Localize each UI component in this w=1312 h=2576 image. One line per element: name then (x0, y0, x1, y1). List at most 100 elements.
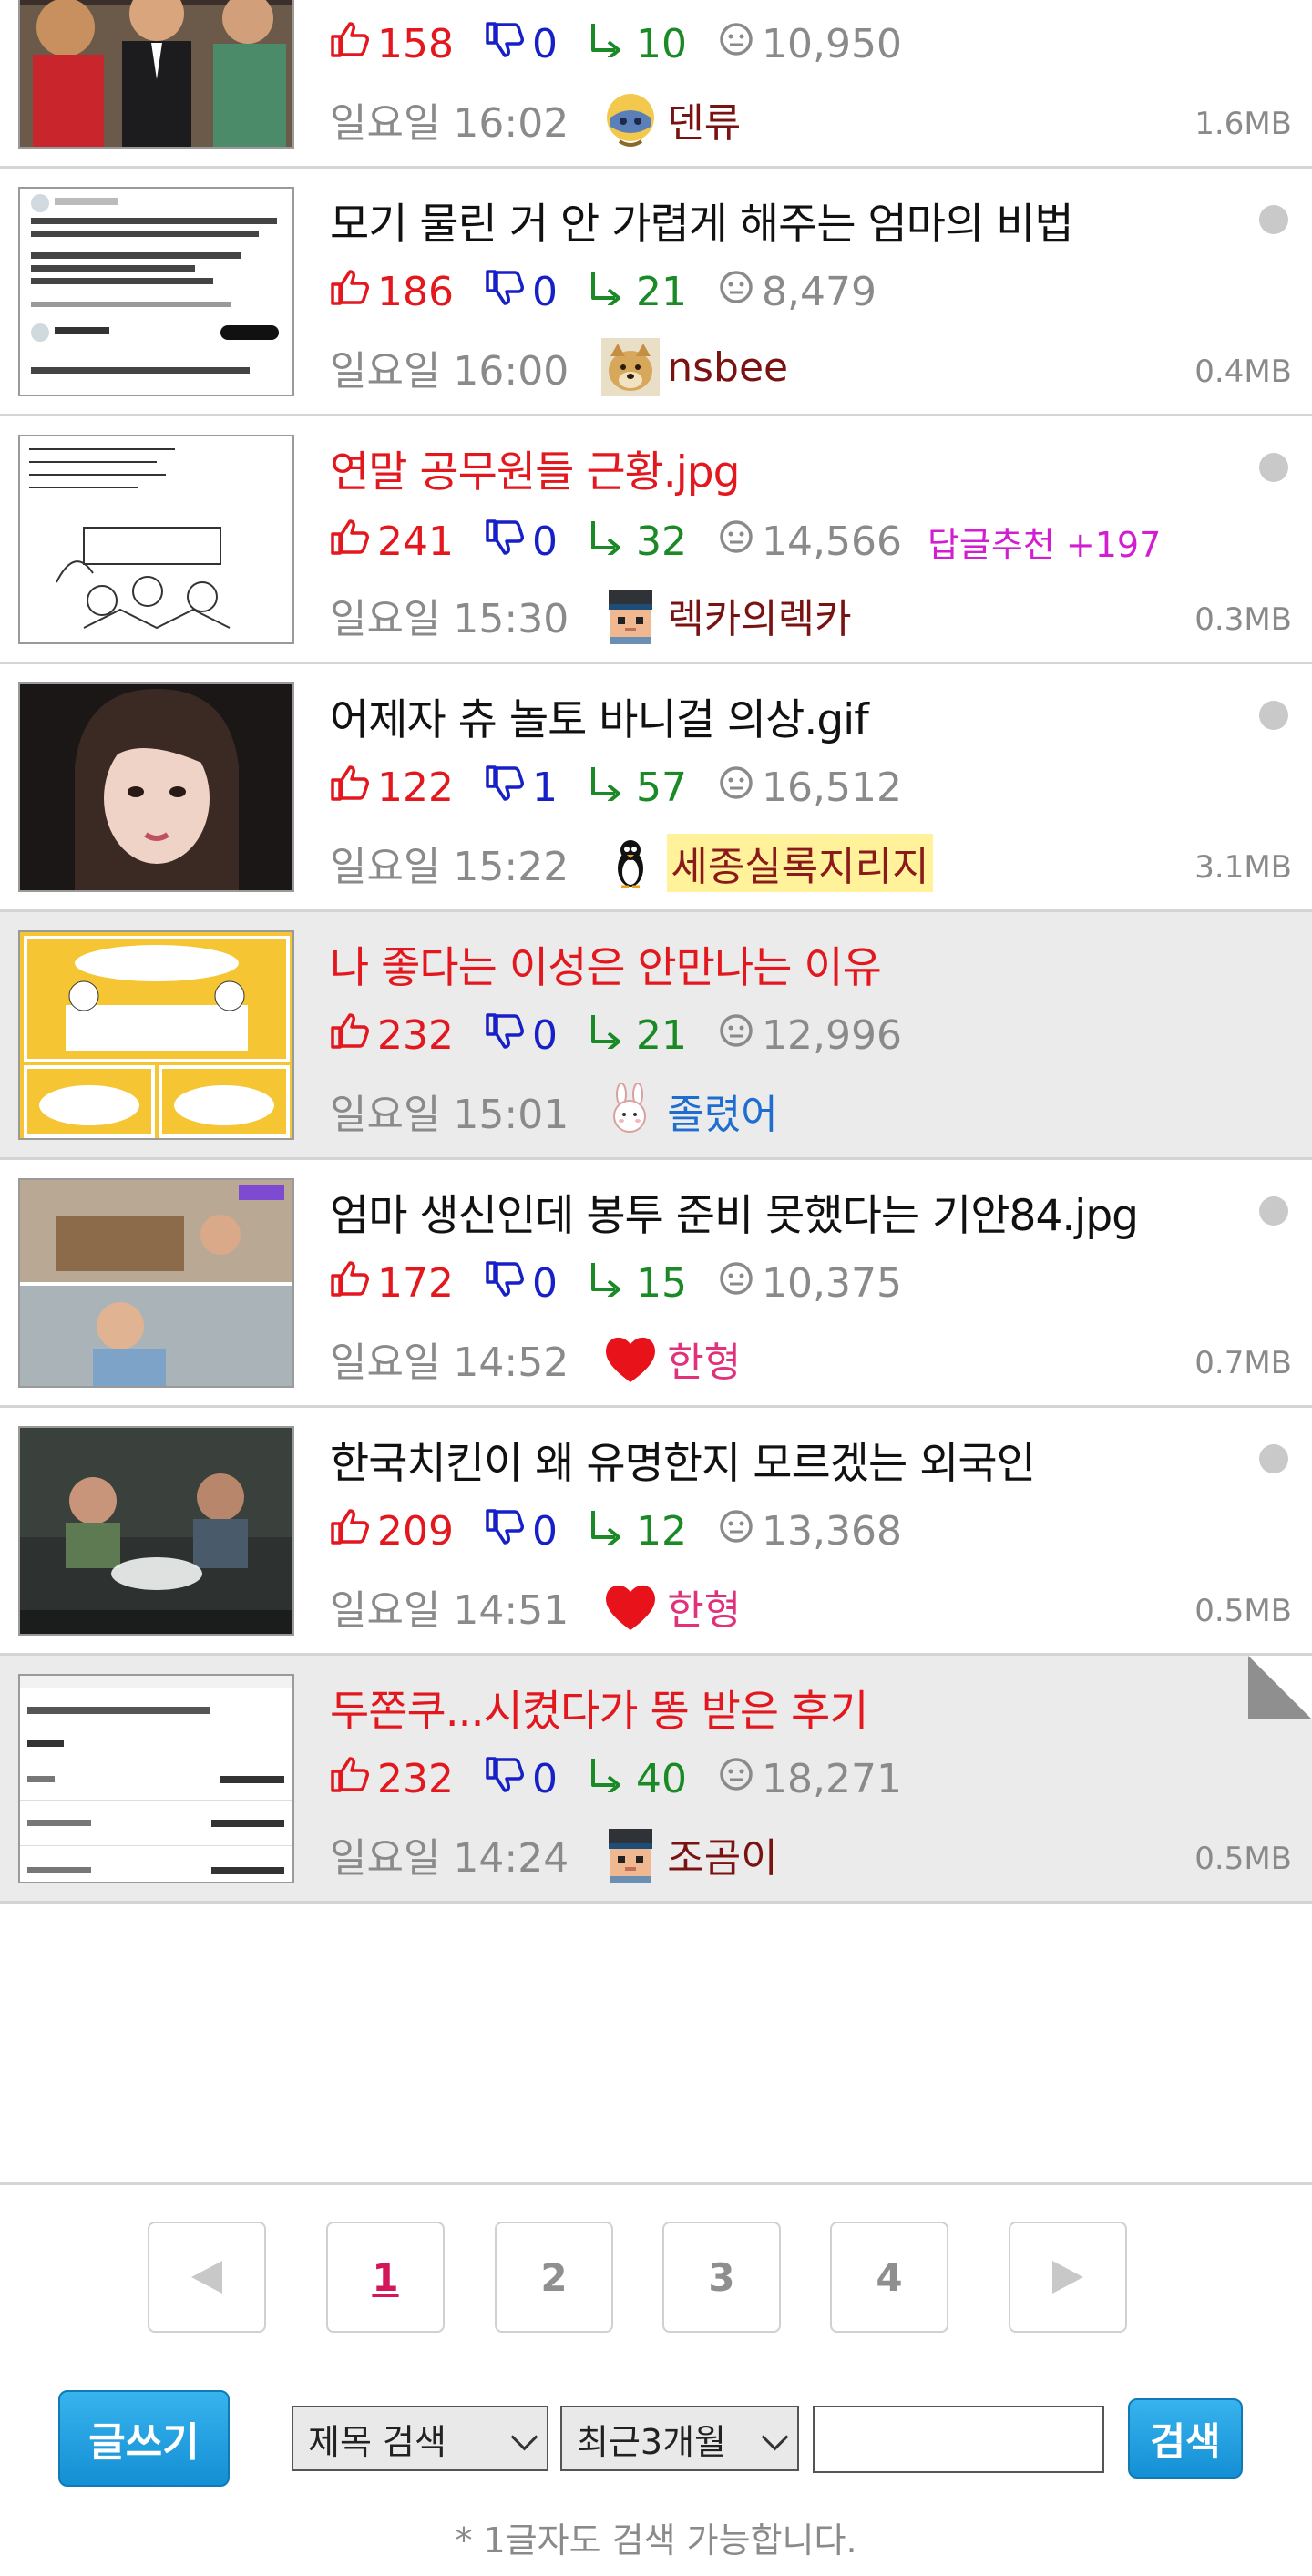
avatar[interactable] (601, 1329, 660, 1388)
post-stats: 186 0 21 8,479 (330, 269, 907, 315)
thumb-up-icon (330, 1260, 370, 1307)
post-row[interactable]: 두쫀쿠...시켰다가 똥 받은 후기 232 0 40 18,271 일요일 14:24 조… (0, 1656, 1312, 1904)
unread-dot-icon (1259, 453, 1288, 482)
search-button[interactable]: 검색 (1128, 2398, 1243, 2479)
post-thumbnail[interactable] (18, 1674, 294, 1883)
upvote-stat: 158 (330, 21, 454, 67)
chevron-left-icon (191, 2261, 222, 2294)
post-row[interactable]: 158 0 10 10,950 일요일 16:02 덴류 1.6MB (0, 0, 1312, 169)
view-count: 10,375 (761, 1260, 902, 1307)
page-1-button[interactable]: 1 (326, 2222, 445, 2333)
upvote-count: 122 (377, 765, 454, 811)
post-date: 일요일 14:24 (330, 1835, 569, 1882)
post-row[interactable]: 모기 물린 거 안 가렵게 해주는 엄마의 비법 186 0 21 8,479 일요일 1… (0, 169, 1312, 416)
post-thumbnail[interactable] (18, 1178, 294, 1388)
post-title[interactable]: 연말 공무원들 근황.jpg (330, 436, 740, 499)
page-3-button[interactable]: 3 (662, 2222, 781, 2333)
post-title[interactable]: 나 좋다는 이성은 안만나는 이유 (330, 932, 882, 995)
next-page-button[interactable] (1009, 2222, 1127, 2333)
thumb-up-icon (330, 1756, 370, 1802)
post-stats: 232 0 21 12,996 (330, 1012, 933, 1059)
post-thumbnail[interactable] (18, 187, 294, 396)
unread-dot-icon (1259, 205, 1288, 234)
post-thumbnail[interactable] (18, 435, 294, 644)
post-thumbnail[interactable] (18, 682, 294, 892)
downvote-count: 0 (531, 269, 558, 315)
post-title[interactable]: 어제자 츄 놀토 바니걸 의상.gif (330, 684, 869, 747)
eye-icon (718, 765, 754, 811)
avatar[interactable] (601, 90, 660, 149)
file-size: 0.5MB (1194, 1593, 1292, 1629)
author-name[interactable]: nsbee (667, 344, 788, 391)
post-stats: 158 0 10 10,950 (330, 21, 933, 67)
avatar[interactable] (601, 338, 661, 396)
post-meta: 일요일 14:24 조곰이 (330, 1825, 778, 1883)
author-name[interactable]: 세종실록지리지 (667, 834, 933, 892)
post-title[interactable]: 모기 물린 거 안 가렵게 해주는 엄마의 비법 (330, 189, 1074, 251)
search-period-select[interactable]: 최근3개월 (560, 2406, 799, 2471)
reply-stat: 57 (589, 765, 687, 811)
post-row[interactable]: 한국치킨이 왜 유명한지 모르겠는 외국인 209 0 12 13,368 일요일 14:… (0, 1408, 1312, 1656)
search-field-value: 제목 검색 (308, 2421, 446, 2462)
prev-page-button[interactable] (148, 2222, 266, 2333)
downvote-count: 0 (531, 1012, 558, 1059)
post-title[interactable]: 한국치킨이 왜 유명한지 모르겠는 외국인 (330, 1428, 1036, 1491)
pager-divider (0, 2182, 1312, 2185)
author-name[interactable]: 렉카의렉카 (667, 586, 851, 644)
post-row[interactable]: 엄마 생신인데 봉투 준비 못했다는 기안84.jpg 172 0 15 10,375 일… (0, 1160, 1312, 1408)
reply-stat: 15 (589, 1260, 687, 1307)
post-row[interactable]: 나 좋다는 이성은 안만나는 이유 232 0 21 12,996 일요일 15:01 졸렸… (0, 912, 1312, 1160)
downvote-count: 0 (531, 1756, 558, 1802)
reply-count: 10 (635, 21, 687, 67)
post-row[interactable]: 연말 공무원들 근황.jpg 241 0 32 14,566 답글추천 +197 일요일 1… (0, 416, 1312, 664)
avatar[interactable] (601, 586, 660, 644)
chevron-down-icon (510, 2423, 538, 2451)
thumb-down-icon (485, 765, 525, 811)
post-row[interactable]: 어제자 츄 놀토 바니걸 의상.gif 122 1 57 16,512 일요일 15:22… (0, 664, 1312, 912)
reply-count: 32 (635, 518, 687, 565)
post-thumbnail[interactable] (18, 930, 294, 1140)
thumb-up-icon (330, 1012, 370, 1059)
views-stat: 14,566 (718, 518, 902, 565)
reply-stat: 40 (589, 1756, 687, 1802)
thumb-up-icon (330, 1508, 370, 1555)
reply-count: 40 (635, 1756, 687, 1802)
search-field-select[interactable]: 제목 검색 (292, 2406, 548, 2471)
upvote-count: 172 (377, 1260, 454, 1307)
author-name[interactable]: 한형 (667, 1329, 741, 1388)
upvote-stat: 232 (330, 1756, 454, 1802)
post-stats: 122 1 57 16,512 (330, 765, 933, 811)
post-stats: 232 0 40 18,271 (330, 1756, 933, 1802)
views-stat: 13,368 (718, 1508, 902, 1555)
unread-dot-icon (1259, 1444, 1288, 1473)
page-4-button[interactable]: 4 (830, 2222, 948, 2333)
downvote-stat: 0 (485, 21, 558, 67)
views-stat: 18,271 (718, 1756, 902, 1802)
downvote-count: 0 (531, 21, 558, 67)
page-2-button[interactable]: 2 (495, 2222, 613, 2333)
author-name[interactable]: 조곰이 (667, 1825, 777, 1883)
reply-stat: 21 (589, 1012, 687, 1059)
author-name[interactable]: 덴류 (667, 90, 741, 149)
views-stat: 10,375 (718, 1260, 902, 1307)
page-fold-icon (1248, 1656, 1312, 1719)
view-count: 16,512 (761, 765, 902, 811)
chevron-right-icon (1052, 2261, 1083, 2294)
avatar[interactable] (601, 1825, 660, 1883)
avatar[interactable] (601, 1577, 660, 1636)
avatar[interactable] (601, 1082, 660, 1140)
file-size: 3.1MB (1194, 849, 1292, 886)
post-title[interactable]: 엄마 생신인데 봉투 준비 못했다는 기안84.jpg (330, 1180, 1139, 1243)
view-count: 12,996 (761, 1012, 902, 1059)
post-thumbnail[interactable] (18, 1426, 294, 1636)
post-thumbnail[interactable] (18, 0, 294, 149)
author-name[interactable]: 졸렸어 (667, 1082, 777, 1140)
post-title[interactable]: 두쫀쿠...시켰다가 똥 받은 후기 (330, 1676, 869, 1739)
search-input[interactable] (813, 2406, 1104, 2473)
author-name[interactable]: 한형 (667, 1577, 741, 1636)
post-date: 일요일 14:51 (330, 1587, 569, 1634)
avatar[interactable] (601, 834, 660, 892)
post-meta: 일요일 16:02 덴류 (330, 90, 741, 149)
write-button[interactable]: 글쓰기 (58, 2390, 230, 2487)
unread-dot-icon (1259, 1196, 1288, 1226)
